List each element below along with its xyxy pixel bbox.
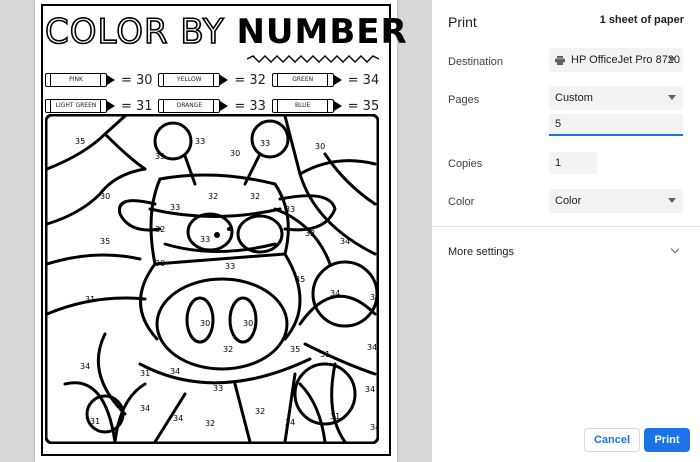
svg-text:34: 34: [285, 418, 295, 427]
svg-text:30: 30: [100, 192, 110, 201]
svg-text:32: 32: [250, 192, 260, 201]
coloring-artwork: 35 35 33 33 30 30 30 32 32 33 33 32 33 32 34 34 35 30…: [44, 113, 390, 445]
legend-item: BLUE = 35: [271, 96, 385, 116]
svg-text:35: 35: [290, 345, 300, 354]
crayon-icon: LIGHT GREEN: [45, 99, 115, 113]
color-select[interactable]: Color: [549, 189, 683, 213]
crayon-icon: GREEN: [271, 73, 342, 87]
legend-item: PINK = 30: [45, 70, 158, 90]
svg-text:33: 33: [225, 262, 235, 271]
svg-text:32: 32: [223, 345, 233, 354]
svg-text:34: 34: [370, 423, 379, 432]
title-part1: COLOR BY: [44, 11, 237, 53]
svg-text:35: 35: [295, 275, 305, 284]
svg-text:33: 33: [195, 137, 205, 146]
svg-text:32: 32: [155, 225, 165, 234]
printer-icon: [555, 55, 565, 65]
svg-text:31: 31: [90, 417, 100, 426]
legend-item: LIGHT GREEN = 31: [45, 96, 158, 116]
svg-text:34: 34: [173, 414, 183, 423]
panel-title: Print: [448, 14, 477, 30]
copies-input[interactable]: 1: [549, 152, 597, 174]
destination-value: HP OfficeJet Pro 8720: [571, 54, 681, 66]
svg-text:34: 34: [80, 362, 90, 371]
svg-text:35: 35: [155, 152, 165, 161]
pages-value: Custom: [555, 92, 593, 104]
svg-text:34: 34: [340, 237, 350, 246]
svg-text:32: 32: [305, 229, 315, 238]
svg-text:31: 31: [320, 350, 330, 359]
pages-label: Pages: [448, 94, 480, 106]
preview-page: COLOR BY NUMBER PINK = 30 YELLOW = 32 GREE…: [35, 0, 407, 462]
svg-text:30: 30: [155, 259, 165, 268]
legend-value: = 30: [121, 72, 153, 88]
crayon-icon: YELLOW: [158, 73, 229, 87]
print-preview-area: COLOR BY NUMBER PINK = 30 YELLOW = 32 GREE…: [0, 0, 432, 462]
squiggle-underline: [247, 55, 379, 63]
copies-label: Copies: [448, 158, 483, 170]
chevron-down-icon: [668, 198, 676, 203]
more-settings-toggle[interactable]: More settings: [448, 246, 514, 258]
sheet-count: 1 sheet of paper: [599, 14, 684, 26]
crayon-icon: PINK: [45, 73, 115, 87]
svg-text:33: 33: [200, 235, 210, 244]
svg-text:31: 31: [370, 293, 379, 302]
legend-value: = 32: [234, 72, 266, 88]
svg-text:31: 31: [330, 412, 340, 421]
svg-text:33: 33: [213, 384, 223, 393]
svg-text:30: 30: [230, 149, 240, 158]
svg-text:32: 32: [208, 192, 218, 201]
crayon-icon: BLUE: [271, 99, 342, 113]
svg-text:30: 30: [315, 142, 325, 151]
svg-text:34: 34: [170, 367, 180, 376]
svg-text:30: 30: [243, 319, 253, 328]
svg-text:31: 31: [85, 295, 95, 304]
color-value: Color: [555, 195, 582, 207]
svg-text:32: 32: [205, 419, 215, 428]
svg-text:32: 32: [255, 407, 265, 416]
legend-value: = 35: [347, 98, 380, 114]
print-button[interactable]: Print: [644, 428, 690, 452]
svg-text:34: 34: [365, 385, 375, 394]
chevron-down-icon: [668, 57, 676, 62]
chevron-down-icon: [668, 95, 676, 100]
title-part2: NUMBER: [236, 12, 408, 52]
svg-text:35: 35: [100, 237, 110, 246]
svg-text:33: 33: [285, 205, 295, 214]
legend-item: ORANGE = 33: [158, 96, 271, 116]
svg-text:34: 34: [330, 289, 340, 298]
coloring-drawing: 35 35 33 33 30 30 30 32 32 33 33 32 33 32 34 34 35 30…: [44, 113, 390, 445]
svg-text:31: 31: [140, 369, 150, 378]
cancel-button[interactable]: Cancel: [584, 428, 640, 452]
svg-text:34: 34: [367, 343, 377, 352]
svg-text:30: 30: [200, 319, 210, 328]
crayon-icon: ORANGE: [158, 99, 229, 113]
svg-text:34: 34: [140, 404, 150, 413]
svg-text:33: 33: [170, 203, 180, 212]
legend-value: = 34: [347, 72, 380, 88]
destination-select[interactable]: HP OfficeJet Pro 8720: [549, 48, 683, 72]
legend-item: GREEN = 34: [271, 70, 385, 90]
legend-item: YELLOW = 32: [158, 70, 271, 90]
pages-select[interactable]: Custom: [549, 86, 683, 110]
legend-value: = 33: [234, 98, 266, 114]
print-settings-panel: Print 1 sheet of paper Destination HP Of…: [432, 0, 700, 462]
divider: [432, 226, 700, 227]
color-label: Color: [448, 196, 475, 208]
legend-value: = 31: [121, 98, 153, 114]
custom-pages-input[interactable]: [549, 114, 683, 136]
svg-text:35: 35: [75, 137, 85, 146]
worksheet-title: COLOR BY NUMBER: [44, 11, 408, 53]
chevron-down-icon[interactable]: [670, 244, 680, 254]
svg-text:33: 33: [260, 139, 270, 148]
destination-label: Destination: [448, 56, 504, 68]
